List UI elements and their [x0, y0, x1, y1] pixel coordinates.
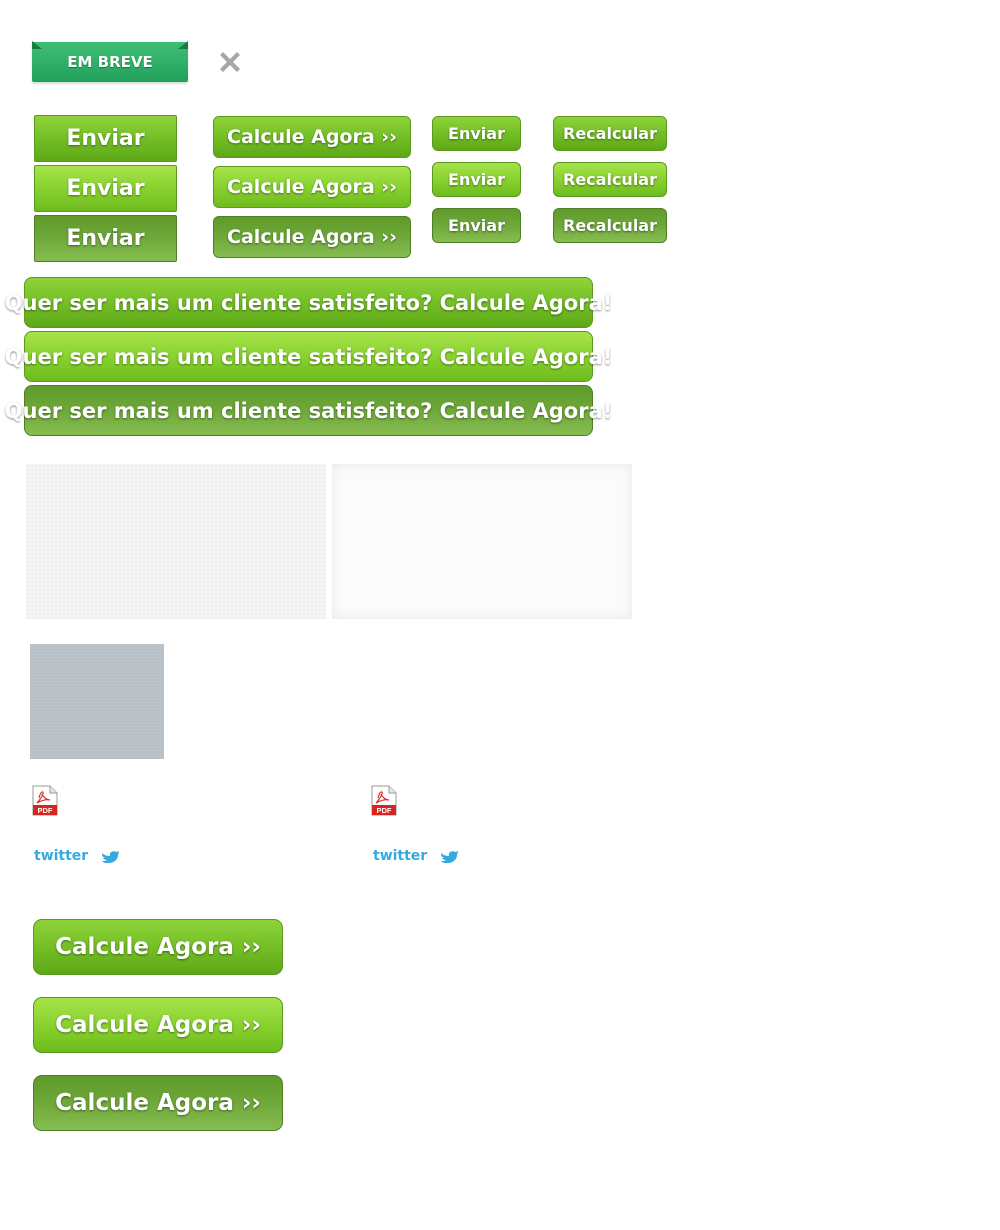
recalcular-label: Recalcular: [563, 124, 657, 143]
recalcular-label: Recalcular: [563, 170, 657, 189]
pdf-icon-label: PDF: [38, 806, 53, 815]
cta-label: Quer ser mais um cliente satisfeito? Cal…: [4, 398, 613, 423]
enviar-small-label: Enviar: [448, 170, 505, 189]
cta-button-pressed[interactable]: Quer ser mais um cliente satisfeito? Cal…: [5, 385, 612, 436]
pdf-icon[interactable]: PDF: [32, 785, 58, 816]
enviar-small-label: Enviar: [448, 216, 505, 235]
twitter-logo[interactable]: twitter: [373, 845, 463, 865]
calcule-agora-large-label: Calcule Agora ››: [55, 934, 261, 960]
svg-text:twitter: twitter: [373, 848, 427, 864]
enviar-button-normal[interactable]: Enviar: [34, 115, 177, 162]
enviar-label: Enviar: [66, 126, 145, 151]
calcule-agora-large-button-hover[interactable]: Calcule Agora ››: [33, 997, 283, 1053]
enviar-small-button-pressed[interactable]: Enviar: [432, 208, 521, 243]
enviar-button-hover[interactable]: Enviar: [34, 165, 177, 212]
enviar-small-label: Enviar: [448, 124, 505, 143]
pdf-icon[interactable]: PDF: [371, 785, 397, 816]
twitter-logo[interactable]: twitter: [34, 845, 124, 865]
cta-button-normal[interactable]: Quer ser mais um cliente satisfeito? Cal…: [5, 277, 612, 328]
enviar-small-button-normal[interactable]: Enviar: [432, 116, 521, 151]
grey-texture-swatch: [30, 644, 164, 759]
calcule-agora-large-button-pressed[interactable]: Calcule Agora ››: [33, 1075, 283, 1131]
cta-label: Quer ser mais um cliente satisfeito? Cal…: [4, 344, 613, 369]
calcule-agora-button-normal[interactable]: Calcule Agora ››: [213, 116, 411, 158]
ribbon-label: EM BREVE: [67, 53, 153, 71]
ribbon-fold-right: [178, 41, 188, 49]
calcule-agora-large-label: Calcule Agora ››: [55, 1090, 261, 1116]
em-breve-ribbon: EM BREVE: [32, 41, 188, 82]
svg-text:twitter: twitter: [34, 848, 88, 864]
recalcular-button-pressed[interactable]: Recalcular: [553, 208, 667, 243]
recalcular-button-hover[interactable]: Recalcular: [553, 162, 667, 197]
enviar-small-button-hover[interactable]: Enviar: [432, 162, 521, 197]
ribbon-fold-left: [32, 41, 42, 49]
calcule-agora-button-hover[interactable]: Calcule Agora ››: [213, 166, 411, 208]
calcule-agora-large-label: Calcule Agora ››: [55, 1012, 261, 1038]
close-icon[interactable]: [218, 50, 242, 74]
texture-panel-shadowed: [332, 464, 632, 619]
enviar-label: Enviar: [66, 226, 145, 251]
calcule-agora-large-button-normal[interactable]: Calcule Agora ››: [33, 919, 283, 975]
calcule-agora-label: Calcule Agora ››: [227, 126, 397, 148]
enviar-label: Enviar: [66, 176, 145, 201]
recalcular-button-normal[interactable]: Recalcular: [553, 116, 667, 151]
enviar-button-pressed[interactable]: Enviar: [34, 215, 177, 262]
pdf-icon-label: PDF: [377, 806, 392, 815]
recalcular-label: Recalcular: [563, 216, 657, 235]
texture-panel-light: [26, 464, 326, 619]
calcule-agora-label: Calcule Agora ››: [227, 176, 397, 198]
cta-button-hover[interactable]: Quer ser mais um cliente satisfeito? Cal…: [5, 331, 612, 382]
cta-label: Quer ser mais um cliente satisfeito? Cal…: [4, 290, 613, 315]
calcule-agora-label: Calcule Agora ››: [227, 226, 397, 248]
calcule-agora-button-pressed[interactable]: Calcule Agora ››: [213, 216, 411, 258]
